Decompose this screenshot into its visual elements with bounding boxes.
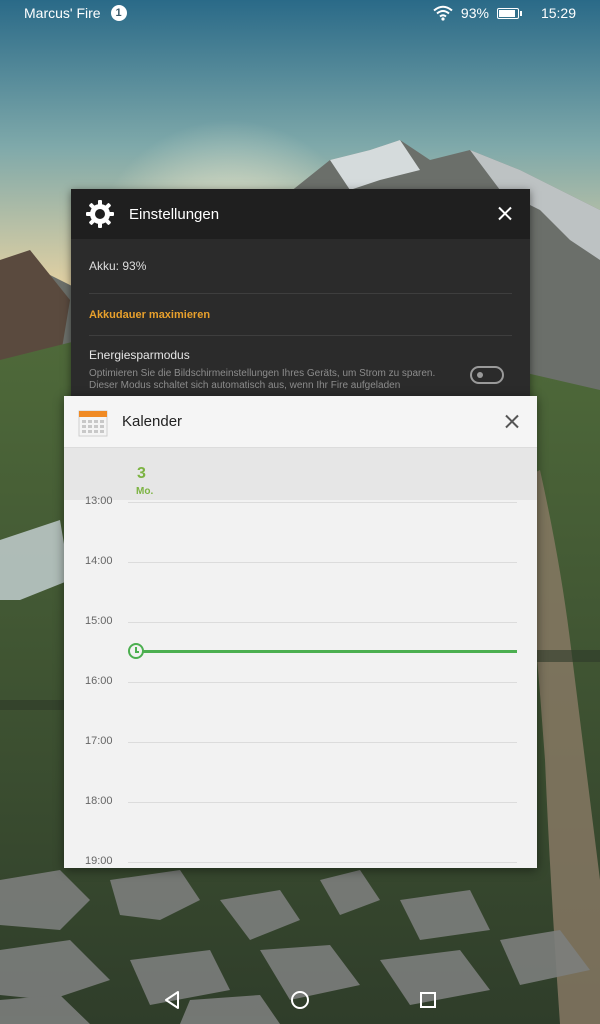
close-settings-icon[interactable] — [494, 203, 516, 225]
hour-row: 13:00 — [64, 495, 537, 507]
recents-icon[interactable] — [416, 988, 440, 1012]
hour-row: 15:00 — [64, 615, 537, 627]
energy-saver-description: Optimieren Sie die Bildschirmeinstellung… — [89, 368, 436, 391]
hour-gridline — [128, 562, 517, 563]
hour-gridline — [128, 622, 517, 623]
hour-label: 15:00 — [85, 615, 113, 627]
toggle-knob — [477, 372, 483, 378]
clock: 15:29 — [540, 5, 576, 21]
day-header: 3 Mo. — [64, 448, 537, 500]
hour-label: 18:00 — [85, 795, 113, 807]
battery-fill — [498, 9, 515, 17]
energy-saver-toggle[interactable] — [470, 366, 504, 384]
hour-label: 17:00 — [85, 735, 113, 747]
hour-gridline — [128, 862, 517, 863]
battery-status-label: Akku: 93% — [89, 259, 147, 273]
hour-label: 19:00 — [85, 855, 113, 867]
status-icons: 93% 15:29 — [433, 5, 576, 21]
close-calendar-icon[interactable] — [501, 411, 523, 433]
hour-row: 14:00 — [64, 555, 537, 567]
energy-saver-title: Energiesparmodus — [89, 348, 190, 362]
device-name: Marcus' Fire — [24, 5, 101, 21]
clock-icon — [128, 643, 144, 659]
hour-row: 19:00 — [64, 855, 537, 867]
current-time-line — [135, 649, 517, 653]
day-timeline[interactable]: 13:00 14:00 15:00 16:00 17:00 18:00 19:00 — [64, 495, 537, 868]
calendar-card-title: Kalender — [122, 413, 183, 430]
calendar-app-icon — [78, 410, 108, 436]
hour-gridline — [128, 502, 517, 503]
calendar-recent-card[interactable]: Kalender 3 Mo. 13:00 14:00 15:00 16:00 17:00… — [64, 396, 537, 868]
battery-icon — [496, 7, 522, 19]
battery-status-row: Akku: 93% — [89, 239, 512, 294]
day-name: Mo. — [136, 486, 154, 497]
hour-label: 16:00 — [85, 675, 113, 687]
wifi-icon — [433, 5, 453, 21]
hour-label: 14:00 — [85, 555, 113, 567]
settings-card-body: Akku: 93% Akkudauer maximieren Energiesp… — [71, 239, 530, 392]
status-bar: Marcus' Fire 1 93% 15:29 — [0, 0, 600, 26]
maximize-battery-label: Akkudauer maximieren — [89, 308, 211, 321]
hour-row: 16:00 — [64, 675, 537, 687]
hour-row: 17:00 — [64, 735, 537, 747]
hour-gridline — [128, 802, 517, 803]
energy-saver-row[interactable]: Energiesparmodus Optimieren Sie die Bild… — [89, 336, 512, 392]
hour-gridline — [128, 742, 517, 743]
home-icon[interactable] — [288, 988, 312, 1012]
navigation-bar — [0, 976, 600, 1024]
settings-card-title: Einstellungen — [129, 205, 220, 223]
maximize-battery-link[interactable]: Akkudauer maximieren — [89, 294, 512, 336]
battery-percent: 93% — [460, 5, 489, 21]
calendar-card-header: Kalender — [64, 396, 537, 448]
gear-icon — [86, 200, 114, 228]
hour-gridline — [128, 682, 517, 683]
day-number[interactable]: 3 — [137, 465, 146, 483]
settings-card-header: Einstellungen — [71, 189, 530, 239]
hour-label: 13:00 — [85, 495, 113, 507]
notification-badge[interactable]: 1 — [110, 5, 127, 21]
hour-row: 18:00 — [64, 795, 537, 807]
settings-recent-card[interactable]: Einstellungen Akku: 93% Akkudauer maximi… — [71, 189, 530, 419]
back-icon[interactable] — [160, 988, 184, 1012]
